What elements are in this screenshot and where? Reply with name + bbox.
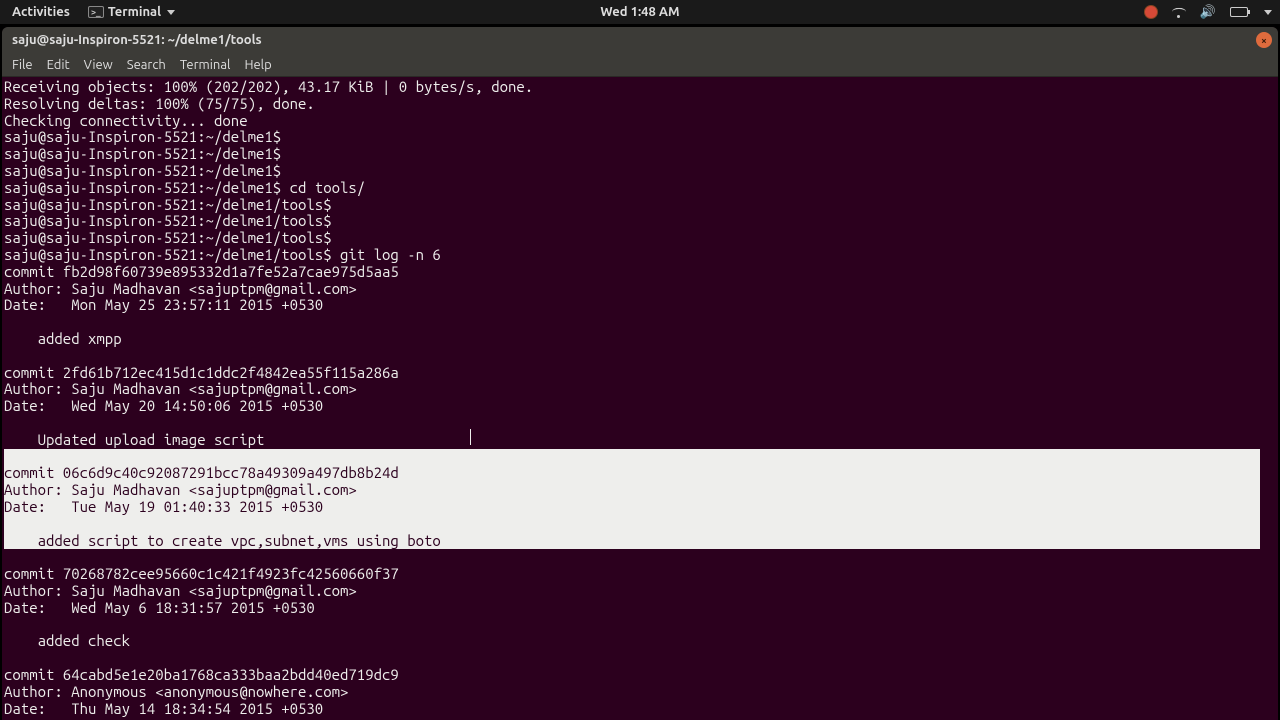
topbar-app-label: Terminal	[108, 5, 161, 19]
volume-icon[interactable]: 🔊	[1200, 5, 1216, 20]
close-button[interactable]: ×	[1256, 32, 1272, 48]
menu-file[interactable]: File	[6, 55, 39, 75]
system-menu-chevron-icon[interactable]	[1264, 10, 1272, 15]
terminal-output-top: Receiving objects: 100% (202/202), 43.17…	[4, 79, 533, 449]
menubar: File Edit View Search Terminal Help	[2, 53, 1278, 77]
menu-edit[interactable]: Edit	[41, 55, 76, 75]
menu-view[interactable]: View	[78, 55, 119, 75]
terminal-window: saju@saju-Inspiron-5521: ~/delme1/tools …	[2, 27, 1278, 720]
menu-search[interactable]: Search	[121, 55, 172, 75]
clock[interactable]: Wed 1:48 AM	[600, 5, 679, 19]
window-titlebar[interactable]: saju@saju-Inspiron-5521: ~/delme1/tools …	[2, 27, 1278, 53]
scrollbar[interactable]	[1264, 77, 1278, 720]
wifi-icon[interactable]	[1172, 5, 1186, 19]
terminal-output-bottom: commit 70268782cee95660c1c421f4923fc4256…	[4, 549, 399, 717]
topbar-app-button[interactable]: >_ Terminal	[82, 5, 185, 19]
menu-help[interactable]: Help	[238, 55, 277, 75]
window-title: saju@saju-Inspiron-5521: ~/delme1/tools	[12, 33, 262, 47]
battery-icon[interactable]	[1230, 7, 1248, 17]
gnome-topbar: Activities >_ Terminal Wed 1:48 AM 🔊	[0, 0, 1280, 25]
terminal-body[interactable]: Receiving objects: 100% (202/202), 43.17…	[2, 77, 1278, 720]
chevron-down-icon	[167, 10, 175, 15]
terminal-selection: commit 06c6d9c40c92087291bcc78a49309a497…	[4, 449, 1260, 550]
activities-button[interactable]: Activities	[0, 5, 82, 19]
menu-terminal[interactable]: Terminal	[174, 55, 237, 75]
record-indicator-icon[interactable]	[1144, 5, 1158, 19]
terminal-icon: >_	[88, 6, 104, 18]
